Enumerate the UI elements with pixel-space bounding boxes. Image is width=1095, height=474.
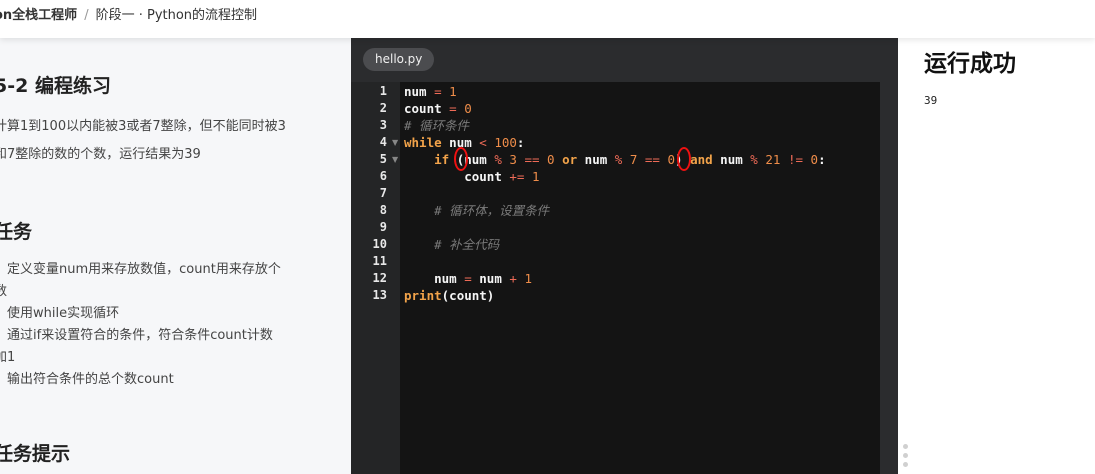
- line-number: 13: [372, 288, 387, 302]
- tasks-heading: 任务: [0, 221, 33, 243]
- code-editor: hello.py 1 2 3 4 5 6 7 8 9 10 11 12 13 ▼…: [351, 38, 898, 474]
- task-item: 数: [0, 284, 8, 299]
- line-number: 7: [379, 186, 387, 200]
- line-number: 8: [379, 203, 387, 217]
- code-line-3: # 循环条件: [404, 118, 470, 133]
- hints-heading: 任务提示: [0, 443, 71, 465]
- code-line-12: num = num + 1: [434, 271, 532, 286]
- resize-grip-icon[interactable]: [903, 453, 908, 458]
- task-title: 5-2 编程练习: [0, 75, 111, 97]
- breadcrumb-separator: /: [84, 8, 89, 23]
- resize-grip-icon[interactable]: [903, 462, 908, 467]
- task-panel: 5-2 编程练习 计算1到100以内能被3或者7整除，但不能同时被3 和7整除的…: [0, 38, 351, 474]
- line-number: 4: [379, 135, 387, 149]
- code-line-13: print(count): [404, 288, 495, 303]
- line-number: 3: [379, 118, 387, 132]
- line-number: 1: [379, 84, 387, 98]
- task-description-line-1: 计算1到100以内能被3或者7整除，但不能同时被3: [0, 119, 286, 134]
- code-line-8: # 循环体，设置条件: [434, 203, 550, 218]
- file-tab-hello-py[interactable]: hello.py: [363, 48, 435, 71]
- task-item: 加1: [0, 350, 16, 365]
- line-number: 6: [379, 169, 387, 183]
- code-line-10: # 补全代码: [434, 237, 500, 252]
- run-output: 39: [924, 94, 938, 107]
- annotation-circle: [677, 147, 691, 171]
- line-number: 5: [379, 152, 387, 166]
- task-item: 、通过if来设置符合的条件，符合条件count计数: [0, 328, 273, 343]
- run-status-title: 运行成功: [924, 51, 1016, 77]
- line-number: 12: [372, 271, 387, 285]
- top-bar: on全栈工程师 / 阶段一 · Python的流程控制: [0, 0, 1095, 38]
- output-panel: 运行成功 39: [898, 38, 1095, 474]
- editor-tab-bar: hello.py: [351, 38, 880, 82]
- editor-scrollbar[interactable]: [880, 38, 898, 474]
- resize-grip-icon[interactable]: [903, 444, 908, 449]
- code-line-1: num = 1: [404, 84, 457, 99]
- breadcrumb-course[interactable]: on全栈工程师: [0, 8, 77, 23]
- line-number: 9: [379, 220, 387, 234]
- annotation-circle: [454, 147, 468, 171]
- task-item: 、使用while实现循环: [0, 306, 120, 321]
- code-line-2: count = 0: [404, 101, 472, 116]
- task-item: 、定义变量num用来存放数值，count用来存放个: [0, 262, 281, 277]
- breadcrumb: on全栈工程师 / 阶段一 · Python的流程控制: [0, 4, 257, 23]
- code-area[interactable]: num = 1 count = 0 # 循环条件 while num < 100…: [400, 82, 880, 474]
- code-line-6: count += 1: [464, 169, 540, 184]
- breadcrumb-stage[interactable]: 阶段一 · Python的流程控制: [96, 8, 257, 23]
- task-description-line-2: 和7整除的数的个数，运行结果为39: [0, 147, 201, 162]
- fold-arrow-icon[interactable]: ▼: [392, 134, 398, 151]
- line-number: 10: [372, 237, 387, 251]
- fold-arrow-icon[interactable]: ▼: [392, 151, 398, 168]
- line-number: 11: [372, 254, 387, 268]
- line-number-gutter: 1 2 3 4 5 6 7 8 9 10 11 12 13 ▼ ▼: [351, 82, 400, 474]
- task-item: 、输出符合条件的总个数count: [0, 372, 174, 387]
- line-number: 2: [379, 101, 387, 115]
